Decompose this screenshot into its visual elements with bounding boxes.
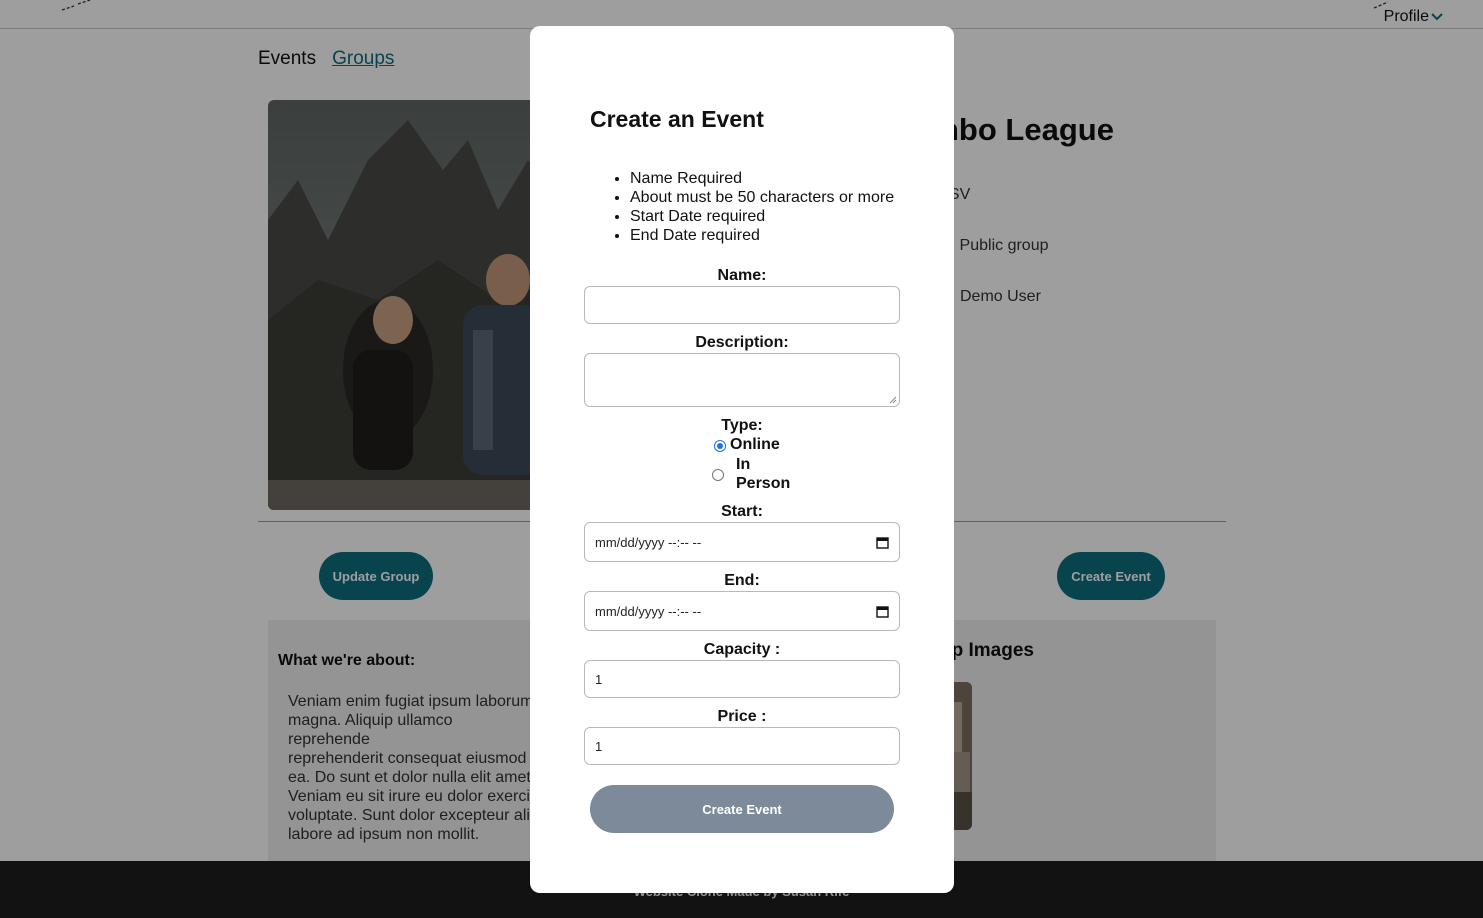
description-input[interactable] bbox=[584, 353, 900, 407]
create-event-submit-button[interactable]: Create Event bbox=[590, 785, 894, 833]
capacity-input[interactable]: 1 bbox=[584, 660, 900, 698]
end-datetime-input[interactable]: mm/dd/yyyy --:-- -- bbox=[584, 591, 900, 631]
create-event-modal: Create an Event Name Required About must… bbox=[530, 26, 954, 893]
start-placeholder: mm/dd/yyyy --:-- -- bbox=[595, 534, 702, 550]
price-label: Price : bbox=[717, 708, 767, 725]
type-option-label: In Person bbox=[736, 456, 791, 492]
capacity-value: 1 bbox=[595, 671, 603, 687]
modal-title: Create an Event bbox=[590, 106, 764, 132]
resize-grip-icon[interactable] bbox=[889, 396, 897, 404]
type-option-in-person[interactable]: In Person bbox=[712, 455, 791, 493]
radio-in-person[interactable] bbox=[712, 469, 724, 481]
type-option-online[interactable]: Online bbox=[714, 436, 780, 454]
price-input[interactable]: 1 bbox=[584, 727, 900, 765]
end-placeholder: mm/dd/yyyy --:-- -- bbox=[595, 603, 702, 619]
calendar-icon[interactable] bbox=[876, 605, 889, 618]
error-item: Start Date required bbox=[630, 207, 894, 226]
calendar-icon[interactable] bbox=[876, 536, 889, 549]
error-list: Name Required About must be 50 character… bbox=[608, 169, 894, 245]
capacity-label: Capacity : bbox=[703, 641, 781, 658]
start-datetime-input[interactable]: mm/dd/yyyy --:-- -- bbox=[584, 522, 900, 562]
radio-online[interactable] bbox=[714, 440, 726, 452]
type-option-label: Online bbox=[730, 436, 780, 453]
name-input[interactable] bbox=[584, 286, 900, 324]
error-item: Name Required bbox=[630, 169, 894, 188]
start-label: Start: bbox=[721, 503, 763, 520]
type-label: Type: bbox=[721, 417, 763, 434]
description-label: Description: bbox=[695, 334, 789, 351]
error-item: End Date required bbox=[630, 226, 894, 245]
error-item: About must be 50 characters or more bbox=[630, 188, 894, 207]
price-value: 1 bbox=[595, 738, 603, 754]
name-label: Name: bbox=[717, 267, 767, 284]
end-label: End: bbox=[724, 572, 760, 589]
